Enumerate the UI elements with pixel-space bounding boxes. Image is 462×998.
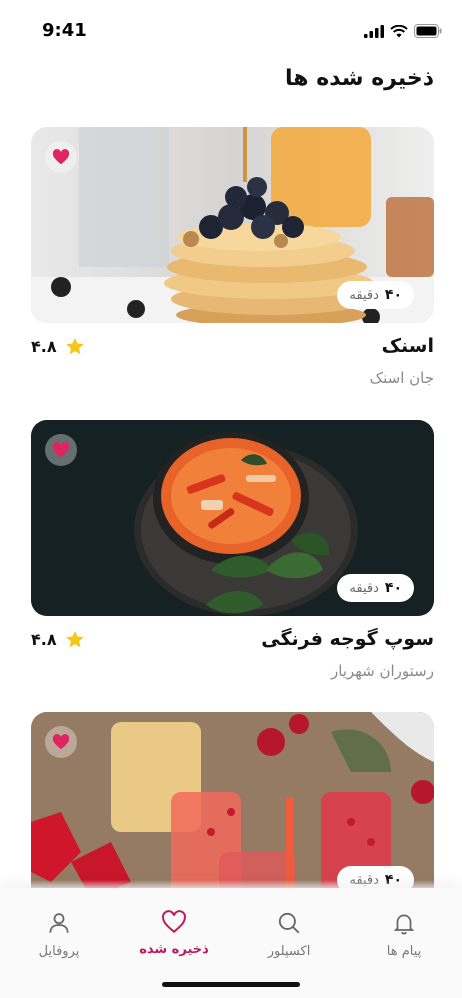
nav-label: پیام ها [386, 944, 422, 959]
rating-value: ۴.۸ [31, 337, 57, 356]
prep-time-badge: ۴۰ دقیقه [337, 281, 414, 309]
item-restaurant: رستوران شهریار [330, 662, 434, 680]
bell-icon [393, 914, 415, 935]
drinks-photo: ۴۰ دقیقه [31, 712, 434, 908]
item-restaurant: جان اسنک [369, 369, 434, 387]
signal-icon [364, 24, 384, 38]
battery-icon [414, 24, 442, 38]
tomato-soup-photo: ۴۰ دقیقه [31, 420, 434, 616]
nav-label: ذخیره شده [139, 942, 209, 957]
nav-item-messages[interactable]: پیام ها [349, 910, 459, 959]
page-title: ذخیره شده ها [285, 66, 434, 91]
prep-time-value: ۴۰ [384, 580, 402, 596]
nav-label: پروفایل [38, 944, 80, 959]
nav-item-profile[interactable]: پروفایل [4, 910, 114, 959]
prep-time-unit: دقیقه [349, 287, 379, 303]
saved-item-card[interactable]: ۴۰ دقیقه سوپ گوجه فرنگی رستوران شهریار ۴… [31, 420, 434, 680]
heart-icon [52, 442, 70, 458]
saved-item-card[interactable]: ۴۰ دقیقه [31, 712, 434, 908]
nav-item-explore[interactable]: اکسپلور [234, 910, 344, 959]
heart-icon [52, 734, 70, 750]
home-indicator [162, 982, 300, 987]
nav-label: اکسپلور [267, 944, 311, 959]
status-icons [364, 24, 442, 38]
item-rating: ۴.۸ [31, 337, 85, 356]
favorite-button[interactable] [45, 434, 77, 466]
prep-time-unit: دقیقه [349, 580, 379, 596]
pancakes-photo: ۴۰ دقیقه [31, 127, 434, 323]
favorite-button[interactable] [45, 141, 77, 173]
saved-item-card[interactable]: ۴۰ دقیقه اسنک جان اسنک ۴.۸ [31, 127, 434, 387]
status-bar: 9:41 [0, 0, 462, 60]
heart-icon [162, 910, 186, 934]
prep-time-value: ۴۰ [384, 287, 402, 303]
wifi-icon [390, 24, 408, 37]
star-icon [65, 337, 84, 355]
prep-time-badge: ۴۰ دقیقه [337, 574, 414, 602]
nav-item-saved[interactable]: ذخیره شده [119, 910, 229, 957]
search-icon [278, 912, 300, 934]
favorite-button[interactable] [45, 726, 77, 758]
status-time: 9:41 [42, 20, 87, 41]
item-rating: ۴.۸ [31, 630, 85, 649]
user-icon [49, 913, 69, 933]
item-name: اسنک [381, 335, 434, 357]
heart-icon [52, 149, 70, 165]
item-name: سوپ گوجه فرنگی [261, 628, 434, 650]
star-icon [65, 630, 84, 648]
rating-value: ۴.۸ [31, 630, 57, 649]
